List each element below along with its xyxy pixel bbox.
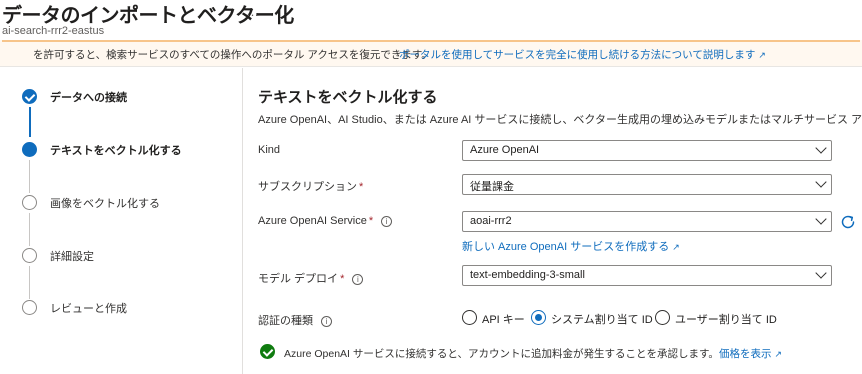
banner-text: を許可すると、検索サービスのすべての操作へのポータル アクセスを復元できます。 xyxy=(33,49,432,61)
radio-label: API キー xyxy=(482,314,525,326)
step-vectorize-images[interactable]: 画像をベクトル化する xyxy=(22,195,237,215)
create-link-text: 新しい Azure OpenAI サービスを作成する xyxy=(462,241,670,253)
kind-value: Azure OpenAI xyxy=(470,144,540,156)
step-pending-icon xyxy=(22,300,37,315)
step-current-icon xyxy=(22,142,37,157)
subscription-label: サブスクリプション * xyxy=(258,178,363,194)
radio-system-assigned-id[interactable]: システム割り当て ID xyxy=(531,309,653,327)
step-vectorize-text[interactable]: テキストをベクトル化する xyxy=(22,142,237,162)
subscription-select[interactable]: 従量課金 xyxy=(462,174,832,195)
banner-learn-more-link[interactable]: ポータルを使用してサービスを完全に使用し続ける方法について説明します ↗ xyxy=(399,47,766,62)
check-icon[interactable] xyxy=(260,344,275,359)
step-connector xyxy=(29,266,30,299)
info-icon[interactable]: i xyxy=(381,215,393,227)
chevron-down-icon xyxy=(815,267,827,279)
subscription-value: 従量課金 xyxy=(470,181,514,193)
chevron-down-icon xyxy=(815,176,827,188)
view-pricing-link[interactable]: 価格を表示 ↗ xyxy=(719,346,782,361)
auth-label-text: 認証の種類 xyxy=(258,315,313,327)
step-connector xyxy=(29,160,30,193)
step-label: データへの接続 xyxy=(50,92,127,104)
chevron-down-icon xyxy=(815,213,827,225)
page-subtitle: ai-search-rrr2-eastus xyxy=(2,25,105,37)
radio-label: システム割り当て ID xyxy=(551,314,653,326)
radio-unselected-icon xyxy=(655,310,670,325)
ack-link-text: 価格を表示 xyxy=(719,348,772,360)
step-label: 詳細設定 xyxy=(50,251,94,263)
step-connect-data[interactable]: データへの接続 xyxy=(22,89,237,109)
page-header: データのインポートとベクター化 … ai-search-rrr2-eastus xyxy=(0,0,862,40)
required-marker: * xyxy=(368,215,374,227)
banner-link-text: ポータルを使用してサービスを完全に使用し続ける方法について説明します xyxy=(399,49,756,61)
step-label: 画像をベクトル化する xyxy=(50,198,160,210)
step-label: テキストをベクトル化する xyxy=(50,145,182,157)
deployment-label-text: モデル デプロイ xyxy=(258,273,339,285)
step-connector xyxy=(29,107,31,137)
info-icon[interactable]: i xyxy=(352,273,364,285)
wizard-steps: データへの接続 テキストをベクトル化する 画像をベクトル化する 詳細設定 レビュ… xyxy=(0,68,243,374)
deployment-value: text-embedding-3-small xyxy=(470,269,585,281)
radio-label: ユーザー割り当て ID xyxy=(675,314,777,326)
info-icon[interactable]: i xyxy=(321,315,332,327)
ack-text: Azure OpenAI サービスに接続すると、アカウントに追加料金が発生するこ… xyxy=(284,348,719,360)
radio-user-assigned-id[interactable]: ユーザー割り当て ID xyxy=(655,309,780,327)
create-service-link[interactable]: 新しい Azure OpenAI サービスを作成する ↗ xyxy=(462,238,680,254)
chevron-down-icon xyxy=(815,142,827,154)
step-label: レビューと作成 xyxy=(50,303,127,315)
radio-selected-icon xyxy=(531,310,546,325)
step-pending-icon xyxy=(22,248,37,263)
kind-label: Kind xyxy=(258,144,281,156)
banner-accent-bar xyxy=(2,40,860,42)
deployment-select[interactable]: text-embedding-3-small xyxy=(462,265,832,286)
step-advanced-settings[interactable]: 詳細設定 xyxy=(22,248,237,268)
refresh-icon[interactable] xyxy=(840,214,856,230)
service-label-text: Azure OpenAI Service xyxy=(258,215,367,227)
radio-api-key[interactable]: API キー xyxy=(462,309,525,327)
cost-acknowledgement: Azure OpenAI サービスに接続すると、アカウントに追加料金が発生するこ… xyxy=(258,343,862,361)
subscription-label-text: サブスクリプション xyxy=(258,181,357,193)
service-select[interactable]: aoai-rrr2 xyxy=(462,211,832,232)
step-pending-icon xyxy=(22,195,37,210)
deployment-label: モデル デプロイ * i xyxy=(258,270,364,286)
step-connector xyxy=(29,213,30,246)
auth-label: 認証の種類 i xyxy=(258,312,332,328)
auth-radio-group: API キー システム割り当て ID ユーザー割り当て ID xyxy=(462,309,842,327)
warning-banner: を許可すると、検索サービスのすべての操作へのポータル アクセスを復元できます。 … xyxy=(0,40,862,67)
step-review-create[interactable]: レビューと作成 xyxy=(22,300,237,320)
service-label: Azure OpenAI Service * i xyxy=(258,215,393,227)
required-marker: * xyxy=(359,181,364,193)
required-marker: * xyxy=(340,273,345,285)
external-link-icon: ↗ xyxy=(774,349,783,359)
external-link-icon: ↗ xyxy=(672,242,680,252)
step-done-check-icon xyxy=(22,89,37,104)
section-title: テキストをベクトル化する xyxy=(258,89,438,106)
kind-select[interactable]: Azure OpenAI xyxy=(462,140,832,161)
more-options-icon[interactable]: … xyxy=(246,4,259,19)
external-link-icon: ↗ xyxy=(758,50,766,60)
section-description: Azure OpenAI、AI Studio、または Azure AI サービス… xyxy=(258,114,862,126)
service-value: aoai-rrr2 xyxy=(470,215,512,227)
radio-unselected-icon xyxy=(462,310,477,325)
